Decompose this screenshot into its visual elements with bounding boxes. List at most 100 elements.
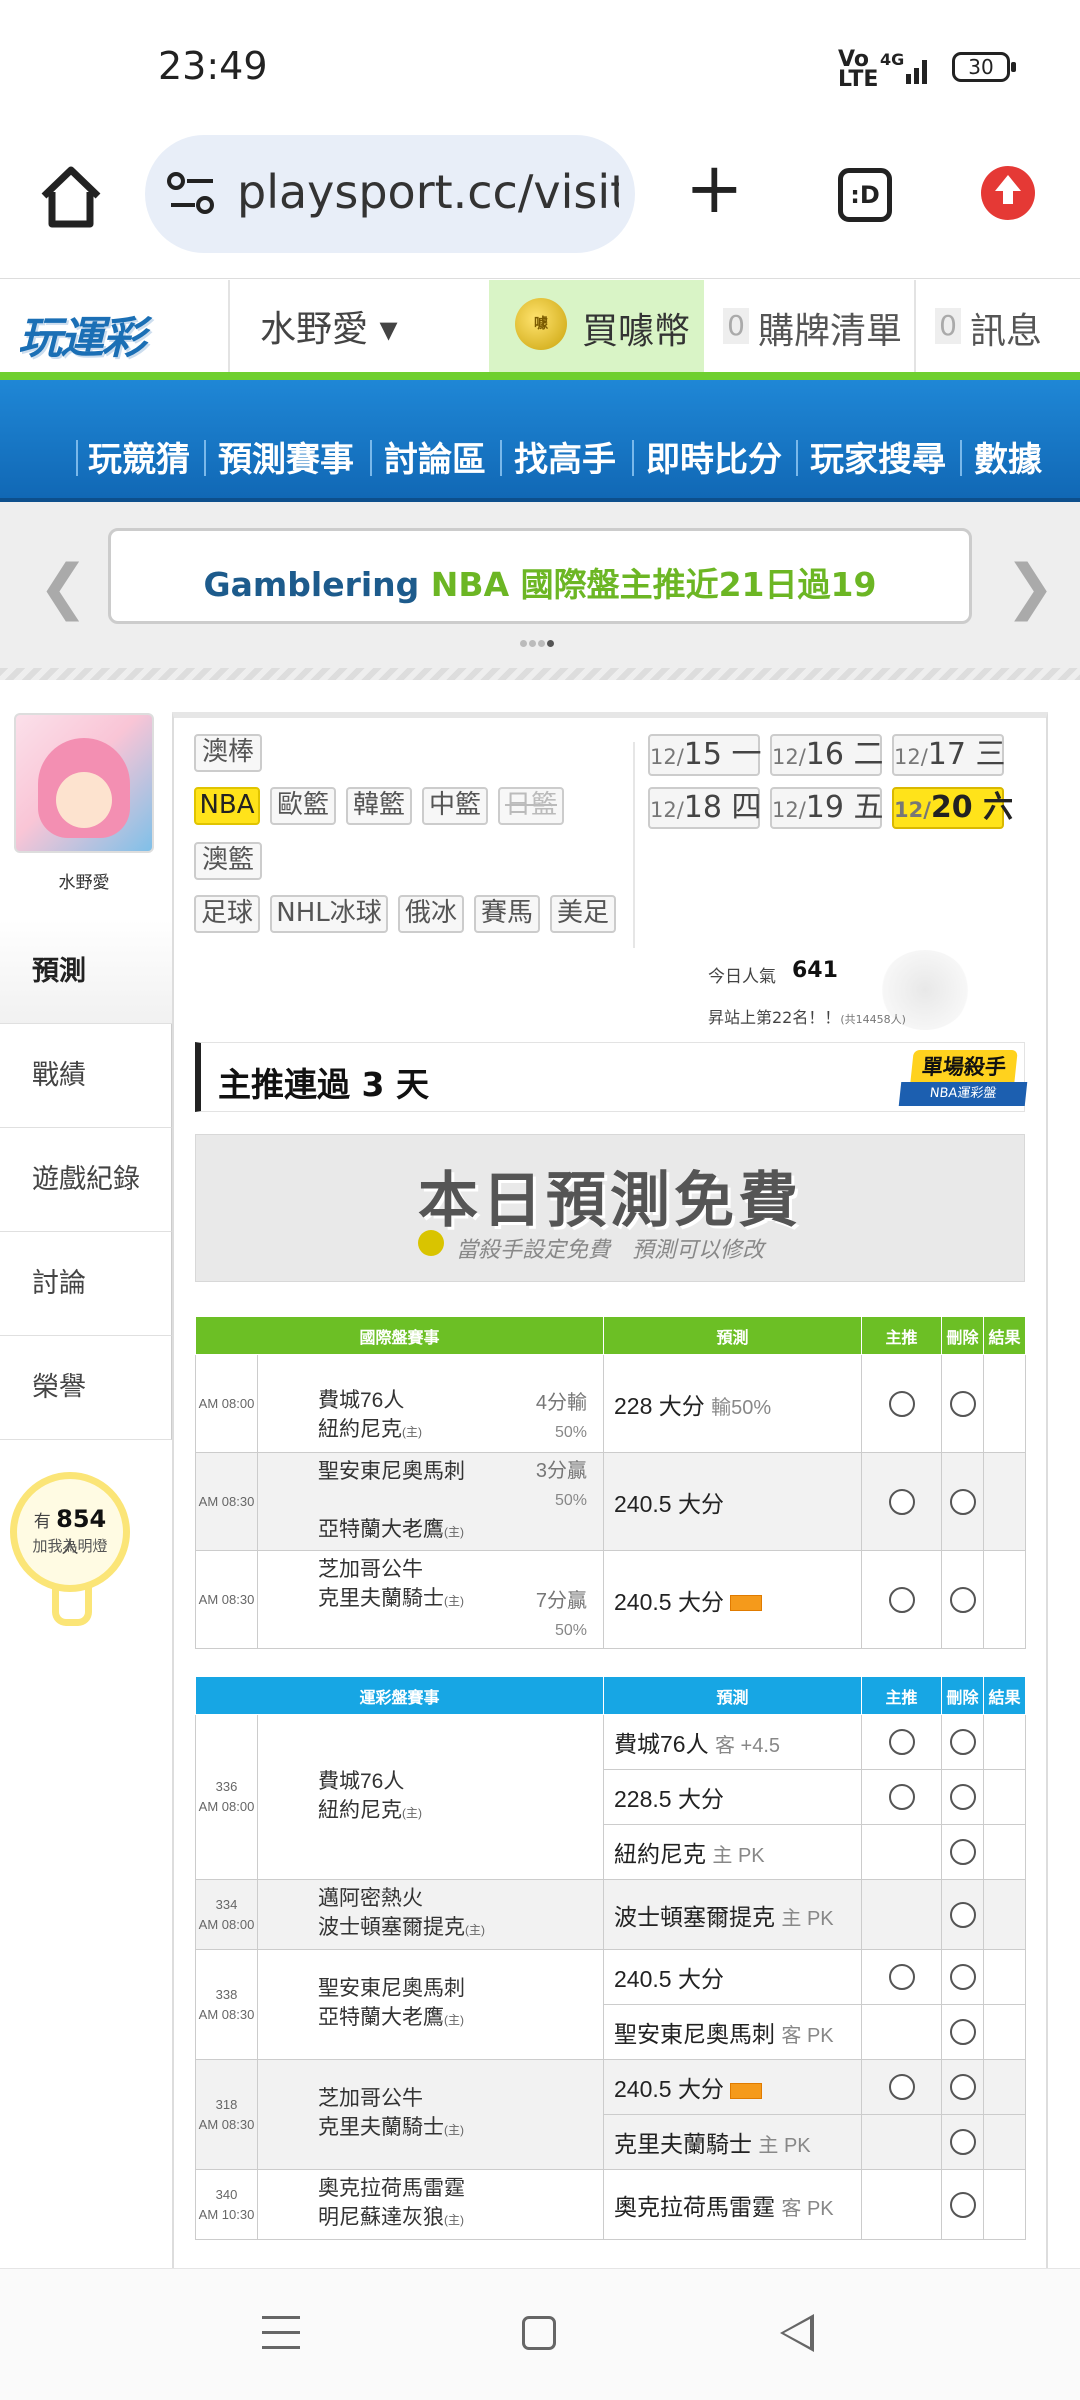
league-chip-euro-basketball[interactable]: 歐籃 — [270, 787, 336, 825]
result-cell — [983, 2169, 1027, 2240]
date-chip[interactable]: 12/18 四 — [648, 787, 762, 829]
new-tab-button[interactable]: + — [685, 153, 744, 223]
result-cell — [983, 1550, 1027, 1649]
main-pick-cell — [861, 2004, 943, 2060]
back-icon[interactable] — [780, 2314, 814, 2352]
delete-radio[interactable] — [949, 1964, 976, 1990]
col-header-pick: 預測 — [603, 1676, 863, 1715]
league-chip-aus-basketball[interactable]: 澳籃 — [194, 842, 262, 880]
nav-item-predict[interactable]: 預測賽事 — [218, 432, 354, 481]
delete-radio[interactable] — [949, 1390, 976, 1417]
messages-link[interactable]: 訊息 — [970, 302, 1042, 354]
cart-link[interactable]: 購牌清單 — [758, 302, 902, 354]
prediction-cell: 波士頓塞爾提克 主 PK — [603, 1879, 863, 1950]
result-cell — [983, 2004, 1027, 2060]
prediction-cell: 奧克拉荷馬雷霆 客 PK — [603, 2169, 863, 2240]
nav-separator — [370, 440, 372, 476]
banner-text[interactable]: Gamblering NBA 國際盤主推近21日過19 — [108, 558, 972, 606]
date-chip[interactable]: 12/16 二 — [770, 734, 884, 776]
main-pick-radio[interactable] — [888, 1390, 915, 1417]
tab-switcher-button[interactable]: :D — [838, 168, 892, 222]
col-header-pick: 預測 — [603, 1316, 863, 1355]
league-chip-soccer[interactable]: 足球 — [194, 895, 260, 933]
lottery-odds-table: 運彩盤賽事 預測 主推 刪除 結果 336 AM 08:00 費城76人 紐約尼克(… — [194, 1676, 1027, 2240]
main-pick-cell — [861, 2059, 943, 2115]
delete-cell — [941, 2059, 985, 2115]
matchup: 聖安東尼奧馬刺 亞特蘭大老鷹(主) — [256, 1949, 605, 2060]
league-chip-american-football[interactable]: 美足 — [550, 895, 616, 933]
profile-tabs: 預測 戰績 遊戲紀錄 討論 榮譽 — [0, 920, 172, 1440]
league-chip-aus-baseball[interactable]: 澳棒 — [194, 734, 262, 772]
update-icon[interactable] — [981, 166, 1035, 220]
matchup: 芝加哥公牛 克里夫蘭騎士(主) 7分贏 50% — [256, 1550, 605, 1649]
result-cell — [983, 1949, 1027, 2005]
league-chip-nba[interactable]: NBA — [194, 787, 260, 825]
delete-radio[interactable] — [949, 1586, 976, 1613]
delete-radio[interactable] — [949, 2019, 976, 2045]
date-chip[interactable]: 12/15 一 — [648, 734, 762, 776]
side-tab-record[interactable]: 戰績 — [0, 1024, 172, 1128]
main-pick-radio[interactable] — [888, 1586, 915, 1613]
side-tab-predict[interactable]: 預測 — [0, 920, 172, 1024]
main-pick-radio[interactable] — [888, 1488, 915, 1515]
delete-radio[interactable] — [949, 1488, 976, 1515]
main-pick-radio[interactable] — [888, 2074, 915, 2100]
main-pick-radio[interactable] — [888, 1784, 915, 1810]
game-number-time: 340 AM 10:30 — [195, 2169, 258, 2240]
main-pick-radio[interactable] — [888, 1964, 915, 1990]
follow-label[interactable]: 加我為明燈 — [24, 1535, 116, 1556]
delete-radio[interactable] — [949, 2074, 976, 2100]
nav-separator — [204, 440, 206, 476]
delete-radio[interactable] — [949, 1901, 976, 1928]
side-tab-discussion[interactable]: 討論 — [0, 1232, 172, 1336]
table-row: 334 AM 08:00 邁阿密熱火 波士頓塞爾提克(主) 波士頓塞爾提克 主 PK — [195, 1879, 1027, 1950]
ranking-text: 昇站上第22名！！(共14458人) — [708, 1008, 906, 1027]
site-settings-icon[interactable] — [167, 171, 217, 217]
prediction-cell: 228 大分 輸50% — [603, 1354, 863, 1453]
main-pick-radio[interactable] — [888, 1729, 915, 1755]
main-pick-cell — [861, 1550, 943, 1649]
nav-item-data[interactable]: 數據 — [974, 432, 1042, 481]
league-chip-cn-basketball[interactable]: 中籃 — [422, 787, 488, 825]
site-logo[interactable]: 玩運彩 — [18, 302, 178, 364]
main-pick-tag — [729, 1595, 762, 1612]
browser-home-button[interactable] — [36, 162, 106, 232]
league-chip-nhl[interactable]: NHL冰球 — [270, 895, 388, 933]
delete-radio[interactable] — [949, 1839, 976, 1865]
date-chip[interactable]: 12/19 五 — [770, 787, 884, 829]
side-tab-honors[interactable]: 榮譽 — [0, 1336, 172, 1440]
buy-coins-label[interactable]: 買噱幣 — [582, 302, 690, 354]
user-dropdown[interactable]: 水野愛 ▾ — [260, 300, 398, 352]
main-pick-cell — [861, 1824, 943, 1880]
matchup: 費城76人 紐約尼克(主) — [256, 1714, 605, 1880]
delete-radio[interactable] — [949, 1784, 976, 1810]
league-chip-kor-basketball[interactable]: 韓籃 — [346, 787, 412, 825]
nav-item-live-scores[interactable]: 即時比分 — [646, 432, 782, 481]
matchup: 邁阿密熱火 波士頓塞爾提克(主) — [256, 1879, 605, 1950]
date-chip[interactable]: 12/17 三 — [892, 734, 1006, 776]
system-home-icon[interactable] — [522, 2316, 556, 2350]
result-cell — [983, 2114, 1027, 2170]
delete-radio[interactable] — [949, 2191, 976, 2218]
delete-cell — [941, 2004, 985, 2060]
league-chip-russia-hockey[interactable]: 俄冰 — [398, 895, 464, 933]
delete-radio[interactable] — [949, 1729, 976, 1755]
nav-item-guess[interactable]: 玩競猜 — [88, 432, 190, 481]
date-chip-selected[interactable]: 12/20 六 — [892, 787, 1013, 829]
address-bar[interactable]: playsport.cc/visit — [145, 135, 635, 253]
league-chip-horse-racing[interactable]: 賽馬 — [474, 895, 540, 933]
delete-radio[interactable] — [949, 2129, 976, 2155]
delete-cell — [941, 1769, 985, 1825]
matchup: 奧克拉荷馬雷霆 明尼蘇達灰狼(主) — [256, 2169, 605, 2240]
nav-item-experts[interactable]: 找高手 — [514, 432, 616, 481]
chevron-left-icon[interactable]: ❮ — [38, 552, 88, 622]
url-text: playsport.cc/visit — [237, 165, 619, 219]
status-time: 23:49 — [158, 44, 268, 88]
side-tab-game-log[interactable]: 遊戲紀錄 — [0, 1128, 172, 1232]
recents-icon[interactable] — [262, 2316, 300, 2350]
chevron-right-icon[interactable]: ❯ — [1005, 552, 1055, 622]
nav-item-forum[interactable]: 討論區 — [384, 432, 486, 481]
game-time: AM 08:30 — [195, 1550, 258, 1649]
nav-item-player-search[interactable]: 玩家搜尋 — [810, 432, 946, 481]
result-cell — [983, 1769, 1027, 1825]
